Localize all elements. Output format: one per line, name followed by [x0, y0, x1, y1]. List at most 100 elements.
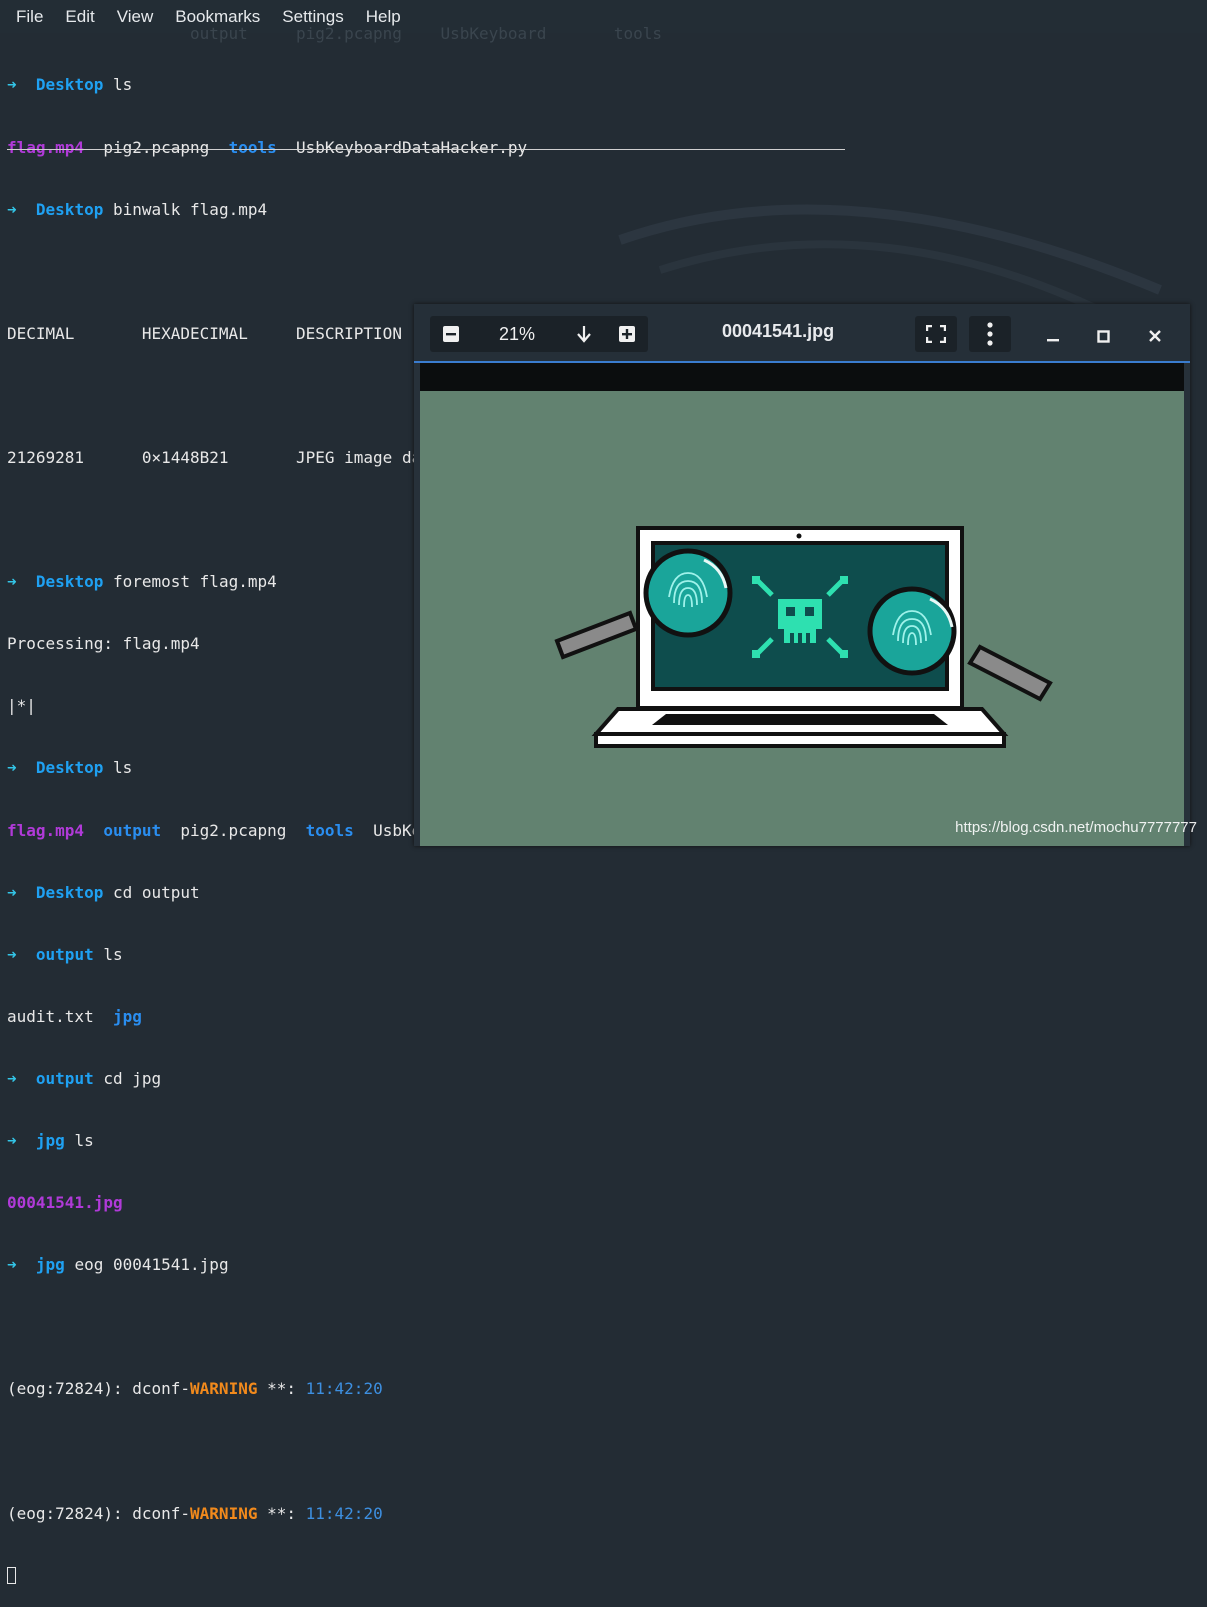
image-filename-title: 00041541.jpg	[722, 321, 835, 341]
menu-file[interactable]: File	[16, 7, 43, 27]
command-text: ls	[103, 75, 133, 95]
prompt-cwd: jpg	[35, 1255, 65, 1275]
fullscreen-button[interactable]	[915, 316, 957, 352]
prompt-cwd: Desktop	[35, 882, 104, 902]
terminal-line: audit.txt jpg	[7, 1007, 1207, 1028]
laptop-malware-illustration	[554, 526, 1053, 748]
kebab-menu-icon	[987, 322, 993, 346]
file-entry: flag.mp4	[7, 820, 85, 840]
file-entry: flag.mp4	[7, 137, 85, 157]
command-text: ls	[103, 758, 133, 778]
file-entry: pig2.pcapng	[84, 137, 229, 157]
prompt-arrow-icon: ➜	[7, 1255, 17, 1275]
output-text: **:	[257, 1379, 306, 1399]
file-entry: audit.txt	[7, 1006, 113, 1026]
maximize-icon	[1097, 330, 1110, 343]
image-viewer-headerbar: 21% 00041541.jpg	[414, 304, 1190, 363]
terminal-line: ➜ Desktop ls	[7, 75, 1207, 96]
prompt-cwd: output	[35, 1068, 94, 1088]
terminal-line: ➜ output cd jpg	[7, 1069, 1207, 1090]
command-text: ls	[64, 1131, 94, 1150]
prompt-cwd: jpg	[35, 1131, 65, 1150]
table-header: DECIMAL HEXADECIMAL DESCRIPTION	[7, 323, 402, 343]
minimize-icon	[1047, 339, 1059, 342]
command-text: eog 00041541.jpg	[64, 1255, 229, 1275]
terminal-line: ➜ Desktop binwalk flag.mp4	[7, 200, 1207, 221]
command-text: foremost flag.mp4	[103, 572, 277, 592]
terminal-line: (eog:72824): dconf-WARNING **: 11:42:20	[7, 1379, 1207, 1400]
plus-icon	[619, 326, 635, 342]
magnifier-right-icon	[867, 586, 957, 676]
file-entry: 00041541.jpg	[7, 1193, 123, 1213]
arrow-down-icon	[577, 326, 591, 343]
prompt-arrow-icon: ➜	[7, 199, 17, 219]
zoom-dropdown-button[interactable]	[562, 316, 606, 352]
menu-edit[interactable]: Edit	[65, 7, 94, 27]
terminal-line: ➜ jpg eog 00041541.jpg	[7, 1255, 1207, 1276]
output-text: (eog:72824): dconf-	[7, 1379, 191, 1399]
close-icon	[1149, 330, 1161, 342]
prompt-arrow-icon: ➜	[7, 75, 17, 95]
command-text: ls	[93, 944, 123, 964]
prompt-cwd: output	[35, 944, 94, 964]
magnifier-handle	[554, 610, 639, 660]
prompt-arrow-icon: ➜	[7, 944, 17, 964]
zoom-level-display[interactable]: 21%	[472, 316, 562, 352]
image-viewer-window: 21% 00041541.jpg	[414, 304, 1190, 846]
terminal-line	[7, 1566, 1207, 1587]
laptop-edge	[594, 732, 1006, 748]
watermark-url: https://blog.csdn.net/mochu7777777	[955, 819, 1197, 836]
file-entry: pig2.pcapng	[161, 820, 306, 840]
zoom-out-button[interactable]	[430, 316, 472, 352]
warning-label: WARNING	[190, 1379, 258, 1399]
prompt-arrow-icon: ➜	[7, 572, 17, 592]
minimize-button[interactable]	[1046, 326, 1060, 347]
close-button[interactable]	[1148, 327, 1162, 348]
menu-button[interactable]	[969, 316, 1011, 352]
command-text: cd output	[103, 882, 200, 902]
dir-entry: jpg	[112, 1006, 142, 1026]
laptop-keyboard	[652, 714, 948, 725]
terminal-line: (eog:72824): dconf-WARNING **: 11:42:20	[7, 1504, 1207, 1525]
timestamp: 11:42:20	[305, 1379, 383, 1399]
output-text: **:	[257, 1503, 306, 1523]
prompt-cwd: Desktop	[35, 758, 104, 778]
displayed-image	[420, 391, 1184, 846]
output-text: Processing: flag.mp4	[7, 634, 200, 654]
menu-view[interactable]: View	[117, 7, 154, 27]
output-text: |*|	[7, 696, 36, 716]
maximize-button[interactable]	[1097, 328, 1111, 349]
webcam-dot	[796, 533, 802, 539]
zoom-controls: 21%	[430, 316, 648, 352]
minus-icon	[443, 326, 459, 342]
warning-label: WARNING	[190, 1503, 258, 1523]
prompt-arrow-icon: ➜	[7, 758, 17, 778]
dir-entry: tools	[228, 137, 277, 157]
terminal-cursor	[7, 1566, 16, 1584]
image-canvas[interactable]	[420, 363, 1184, 846]
terminal-line: ➜ output ls	[7, 945, 1207, 966]
output-text: (eog:72824): dconf-	[7, 1503, 191, 1523]
timestamp: 11:42:20	[305, 1503, 383, 1523]
prompt-cwd: Desktop	[35, 199, 104, 219]
zoom-in-button[interactable]	[606, 316, 648, 352]
prompt-cwd: Desktop	[35, 572, 104, 592]
dir-entry: output	[103, 820, 162, 840]
terminal-line: ➜ Desktop cd output	[7, 883, 1207, 904]
command-text: cd jpg	[93, 1068, 162, 1088]
prompt-arrow-icon: ➜	[7, 882, 17, 902]
terminal-line: ➜ jpg ls	[7, 1131, 1207, 1152]
table-separator	[7, 149, 845, 150]
zoom-level-label: 21%	[498, 323, 536, 344]
command-text: binwalk flag.mp4	[103, 199, 268, 219]
fullscreen-icon	[926, 325, 946, 343]
magnifier-left-icon	[643, 548, 733, 638]
prompt-cwd: Desktop	[35, 75, 104, 95]
terminal-line: 00041541.jpg	[7, 1193, 1207, 1214]
terminal-line: flag.mp4 pig2.pcapng tools UsbKeyboardDa…	[7, 138, 1207, 159]
prompt-arrow-icon: ➜	[7, 1131, 17, 1150]
prompt-arrow-icon: ➜	[7, 1068, 17, 1088]
